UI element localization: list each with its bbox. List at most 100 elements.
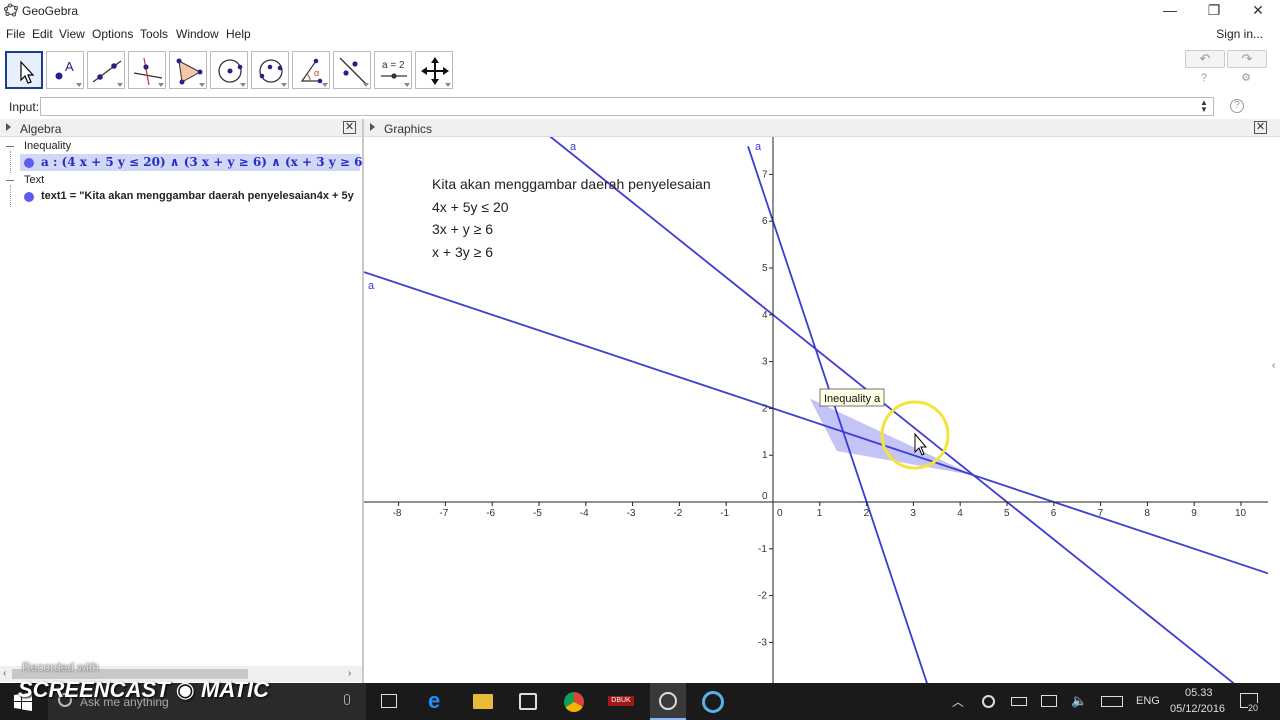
algebra-title: Algebra	[20, 122, 62, 136]
inequality-definition: a : (4 x + 5 y ≤ 20) ∧ (3 x + y ≥ 6) ∧ (…	[41, 155, 369, 169]
input-bar: Input: ▲ ▼	[0, 96, 1280, 118]
collapse-toggle-icon[interactable]	[6, 146, 14, 147]
algebra-close-button[interactable]: ✕	[343, 121, 356, 134]
x-tick-label: 5	[1004, 508, 1010, 519]
network-icon[interactable]	[1041, 695, 1057, 707]
polygon-tool-button[interactable]	[169, 51, 207, 89]
category-inequality[interactable]: Inequality	[24, 140, 71, 152]
menu-help[interactable]: Help	[226, 27, 251, 41]
input-label: Input:	[9, 100, 40, 114]
tooltip-text: Inequality a	[824, 393, 881, 405]
visibility-dot-icon[interactable]	[24, 192, 34, 202]
redo-button[interactable]: ↷	[1227, 50, 1267, 68]
collapse-toggle-icon[interactable]	[6, 180, 14, 181]
x-tick-label: 4	[957, 508, 963, 519]
x-axis-ticks: -8 -7 -6 -5 -4 -3 -2 -1 0 1 2 3 4 5 6 7 8 9 10	[393, 502, 1247, 519]
line-tool-button[interactable]	[87, 51, 125, 89]
keyboard-icon[interactable]	[1101, 696, 1123, 707]
y-tick-label: -1	[758, 544, 767, 555]
side-collapse-arrow-icon[interactable]: ‹	[1272, 360, 1275, 371]
battery-icon[interactable]	[1011, 697, 1027, 706]
edge-browser-icon[interactable]: e	[428, 688, 450, 713]
restore-button[interactable]: ❐	[1192, 0, 1236, 22]
text-line-4: x + 3y ≥ 6	[432, 244, 493, 260]
close-window-button[interactable]: ✕	[1236, 0, 1280, 22]
svg-text:α: α	[314, 68, 319, 78]
x-tick-label: -8	[393, 508, 402, 519]
input-help-icon[interactable]: ?	[1230, 99, 1244, 113]
window-title: GeoGebra	[22, 4, 79, 18]
x-tick-label: 10	[1235, 508, 1247, 519]
angle-tool-button[interactable]: α	[292, 51, 330, 89]
graphics-view[interactable]: -8 -7 -6 -5 -4 -3 -2 -1 0 1 2 3 4 5 6 7 8 9 10 7 6 5 4 3 2 1 0 -1-…	[364, 137, 1268, 683]
algebra-item-inequality-a[interactable]: a : (4 x + 5 y ≤ 20) ∧ (3 x + y ≥ 6) ∧ (…	[20, 154, 368, 171]
move-graphics-tool-button[interactable]	[415, 51, 453, 89]
help-circle-icon[interactable]: ?	[1198, 72, 1210, 84]
screencast-o-matic-icon[interactable]	[702, 691, 724, 713]
y-tick-label: -3	[758, 637, 767, 648]
record-indicator-icon[interactable]	[982, 695, 995, 708]
store-icon[interactable]	[519, 693, 537, 710]
menu-file[interactable]: File	[6, 27, 25, 41]
line-label-a: a	[755, 141, 762, 153]
category-text[interactable]: Text	[24, 174, 44, 186]
expand-triangle-icon[interactable]	[6, 123, 11, 131]
clock-time[interactable]: 05.33	[1185, 687, 1213, 699]
input-field[interactable]	[40, 97, 1214, 116]
y-tick-label: 4	[762, 310, 768, 321]
microphone-icon[interactable]	[344, 694, 350, 705]
input-history-arrows-icon[interactable]: ▲ ▼	[1200, 99, 1208, 114]
conic-tool-button[interactable]	[251, 51, 289, 89]
menu-window[interactable]: Window	[176, 27, 219, 41]
slider-tool-button[interactable]: a = 2	[374, 51, 412, 89]
text-line-1: Kita akan menggambar daerah penyelesaian	[432, 176, 711, 192]
chrome-icon[interactable]	[564, 692, 584, 712]
task-view-icon[interactable]	[381, 694, 397, 708]
move-tool-button[interactable]	[5, 51, 43, 89]
graphics-close-button[interactable]: ✕	[1254, 121, 1267, 134]
svg-text:A: A	[65, 59, 74, 74]
language-indicator[interactable]: ENG	[1136, 695, 1160, 707]
clock-date[interactable]: 05/12/2016	[1170, 703, 1225, 715]
red-app-icon[interactable]: DBUK	[608, 696, 634, 706]
text-object-text1[interactable]: Kita akan menggambar daerah penyelesaian…	[432, 176, 711, 260]
volume-icon[interactable]: 🔈	[1071, 693, 1087, 709]
sign-in-link[interactable]: Sign in...	[1216, 27, 1263, 41]
x-tick-label: -3	[627, 508, 636, 519]
text1-definition: text1 = "Kita akan menggambar daerah pen…	[41, 190, 354, 202]
title-bar: GeoGebra — ❐ ✕	[0, 0, 1280, 22]
y-tick-label: -2	[758, 591, 767, 602]
menu-tools[interactable]: Tools	[140, 27, 168, 41]
toolbar: A α a = 2	[0, 48, 1280, 94]
menu-view[interactable]: View	[59, 27, 85, 41]
show-hidden-icons-chevron-icon[interactable]: ︿	[952, 693, 964, 710]
line-label-a: a	[368, 280, 375, 292]
perpendicular-line-tool-button[interactable]	[128, 51, 166, 89]
undo-button[interactable]: ↶	[1185, 50, 1225, 68]
scroll-right-icon[interactable]: ›	[348, 668, 351, 679]
geogebra-taskbar-icon	[659, 692, 677, 710]
cursor-arrow-icon	[20, 60, 35, 84]
x-tick-label: -4	[580, 508, 589, 519]
reflect-tool-button[interactable]	[333, 51, 371, 89]
graphics-header: Graphics ✕	[364, 119, 1280, 137]
menu-edit[interactable]: Edit	[32, 27, 53, 41]
y-tick-label: 1	[762, 450, 768, 461]
minimize-button[interactable]: —	[1148, 0, 1192, 22]
scroll-left-icon[interactable]: ‹	[3, 668, 6, 679]
algebra-item-text1[interactable]: text1 = "Kita akan menggambar daerah pen…	[20, 188, 360, 205]
file-explorer-icon[interactable]	[473, 694, 493, 709]
x-tick-label: 6	[1051, 508, 1057, 519]
line-x-3y-6[interactable]	[364, 271, 1268, 575]
watermark-screencast-o-matic: SCREENCAST ◉ MATIC	[18, 677, 270, 702]
visibility-dot-icon[interactable]	[24, 158, 34, 168]
menu-options[interactable]: Options	[92, 27, 133, 41]
circle-tool-button[interactable]	[210, 51, 248, 89]
graphics-canvas[interactable]: -8 -7 -6 -5 -4 -3 -2 -1 0 1 2 3 4 5 6 7 8 9 10 76543210-1-…	[364, 137, 1268, 683]
expand-triangle-icon[interactable]	[370, 123, 375, 131]
text-line-3: 3x + y ≥ 6	[432, 221, 493, 237]
point-tool-button[interactable]: A	[46, 51, 84, 89]
x-tick-label: -7	[439, 508, 448, 519]
algebra-view: Inequality a : (4 x + 5 y ≤ 20) ∧ (3 x +…	[0, 137, 368, 683]
gear-icon[interactable]: ⚙	[1240, 72, 1252, 84]
